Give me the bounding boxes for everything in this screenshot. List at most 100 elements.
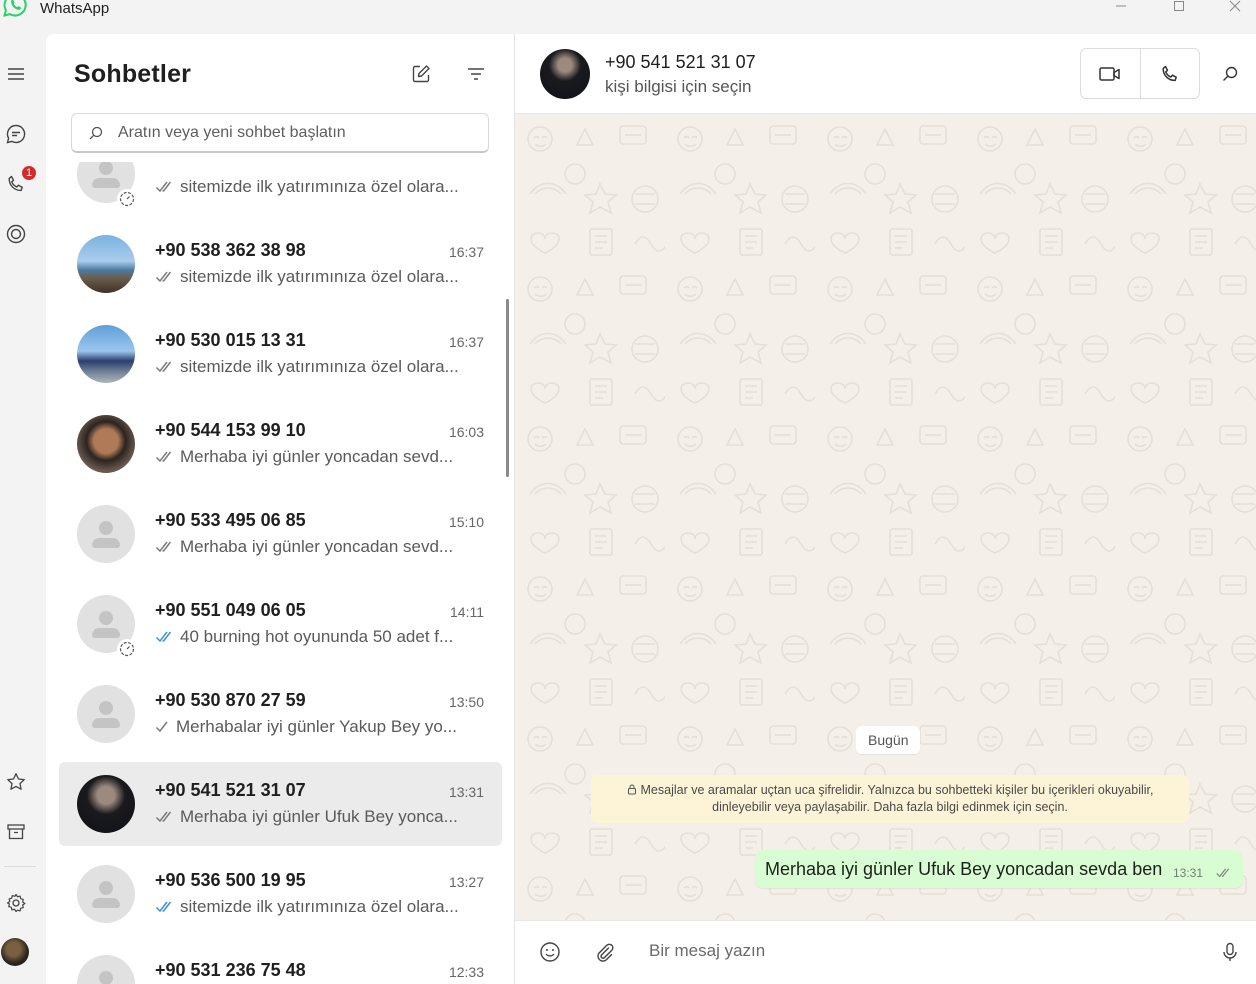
conversation-pane: +90 541 521 31 07 kişi bilgisi için seçi… [515,34,1256,984]
emoji-icon [540,942,560,962]
sidebar-title: Sohbetler [74,60,192,88]
search-box [71,113,489,153]
chat-preview-text: Merhabalar iyi günler Yakup Bey yo... [176,717,457,736]
chat-preview: sitemizde ilk yatırımınıza özel olara... [155,267,485,287]
chat-preview-text: Merhaba iyi günler Ufuk Bey yonca... [180,807,458,826]
chats-sidebar: Sohbetler sitemizde ilk yatırımınıza öze… [46,34,515,984]
menu-icon [8,68,24,80]
chat-preview: sitemizde ilk yatırımınıza özel olara... [155,177,485,197]
chat-item[interactable]: +90 530 015 13 31 16:37 sitemizde ilk ya… [59,312,502,396]
chat-time: 16:37 [448,334,484,350]
message-composer [515,920,1256,984]
chat-item-active[interactable]: +90 541 521 31 07 13:31 Merhaba iyi günl… [59,762,502,846]
chat-item[interactable]: +90 533 495 06 85 15:10 Merhaba iyi günl… [59,492,502,576]
attach-button[interactable] [591,939,617,965]
conversation-search-button[interactable] [1218,62,1242,86]
avatar [77,415,135,473]
status-indicator-icon [117,189,137,209]
chat-list-scrollbar[interactable] [506,299,509,477]
date-separator: Bugün [856,726,921,754]
video-call-button[interactable] [1081,49,1140,98]
status-indicator-icon [117,639,137,659]
avatar [77,685,135,743]
status-button[interactable] [3,221,29,247]
maximize-button[interactable] [1156,0,1202,18]
search-icon [89,126,103,139]
chat-name: +90 530 015 13 31 [155,330,306,350]
starred-icon [7,773,25,790]
double-check-icon [155,360,175,374]
avatar [77,505,135,563]
chat-item[interactable]: +90 544 153 99 10 16:03 Merhaba iyi günl… [59,402,502,486]
chat-preview-text: Merhaba iyi günler yoncadan sevd... [180,447,454,466]
title-bar: WhatsApp [0,0,1256,34]
contact-avatar[interactable] [540,49,590,99]
avatar [77,955,135,984]
chat-preview: sitemizde ilk yatırımınıza özel olara... [155,897,485,917]
chat-preview: Merhaba iyi günler yoncadan sevd... [155,447,485,467]
mic-icon [1223,942,1237,961]
chat-wallpaper: Bugün Mesajlar ve aramalar uçtan uca şif… [515,114,1256,920]
chat-preview-text: sitemizde ilk yatırımınıza özel olara... [180,357,459,376]
voice-call-icon [1162,65,1177,81]
menu-button[interactable] [3,61,29,87]
attach-icon [597,943,614,962]
search-input[interactable] [118,123,478,142]
starred-button[interactable] [3,769,29,795]
chat-preview-text: sitemizde ilk yatırımınıza özel olara... [180,177,459,196]
chat-item[interactable]: +90 531 236 75 48 12:33 [59,942,502,984]
conversation-header: +90 541 521 31 07 kişi bilgisi için seçi… [515,34,1256,114]
chat-item[interactable]: +90 536 500 19 95 13:27 sitemizde ilk ya… [59,852,502,936]
settings-button[interactable] [3,890,29,916]
archive-icon [7,824,25,840]
avatar [77,775,135,833]
contact-name[interactable]: +90 541 521 31 07 [605,52,756,73]
encryption-notice[interactable]: Mesajlar ve aramalar uçtan uca şifrelidi… [591,775,1189,823]
outgoing-message[interactable]: Merhaba iyi günler Ufuk Bey yoncadan sev… [755,850,1243,888]
chat-item[interactable]: sitemizde ilk yatırımınıza özel olara... [59,162,502,216]
chat-preview: 40 burning hot oyununda 50 adet f... [155,627,485,647]
archive-button[interactable] [3,819,29,845]
chat-preview-text: sitemizde ilk yatırımınıza özel olara... [180,267,459,286]
double-check-icon [1215,866,1233,884]
chats-icon [6,124,26,144]
message-time: 13:31 [1172,866,1203,880]
double-check-icon [155,270,175,284]
chat-preview-text: Merhaba iyi günler yoncadan sevd... [180,537,454,556]
voice-call-button[interactable] [1139,49,1199,98]
chat-time: 14:11 [450,604,484,620]
avatar [77,325,135,383]
emoji-button[interactable] [537,939,563,965]
chat-item[interactable]: +90 538 362 38 98 16:37 sitemizde ilk ya… [59,222,502,306]
chat-time: 16:37 [448,244,484,260]
message-input[interactable] [649,941,1169,961]
read-check-icon [155,630,175,644]
chat-preview-text: sitemizde ilk yatırımınıza özel olara... [180,897,459,916]
close-icon [1229,0,1241,12]
minimize-icon [1116,5,1126,7]
contact-info-hint[interactable]: kişi bilgisi için seçin [605,77,751,97]
chat-list: sitemizde ilk yatırımınıza özel olara...… [46,162,514,984]
double-check-icon [155,450,175,464]
filter-button[interactable] [463,61,489,87]
chat-item[interactable]: +90 530 870 27 59 13:50 Merhabalar iyi g… [59,672,502,756]
chat-preview: Merhaba iyi günler Ufuk Bey yonca... [155,807,485,827]
close-button[interactable] [1212,0,1256,18]
profile-avatar[interactable] [1,938,29,966]
new-chat-button[interactable] [408,61,434,87]
chat-time: 13:31 [448,784,484,800]
chats-button[interactable] [3,121,29,147]
video-call-icon [1099,66,1121,81]
navigation-rail: 1 [0,34,46,984]
chat-item[interactable]: +90 551 049 06 05 14:11 40 burning hot o… [59,582,502,666]
minimize-button[interactable] [1098,0,1144,18]
chat-name: +90 536 500 19 95 [155,870,306,890]
app-title: WhatsApp [40,0,110,17]
double-check-icon [155,180,175,194]
search-icon [1223,66,1238,81]
maximize-icon [1174,1,1184,11]
chat-name: +90 530 870 27 59 [155,690,306,710]
voice-message-button[interactable] [1217,939,1243,965]
chat-name: +90 533 495 06 85 [155,510,306,530]
chat-time: 16:03 [448,424,484,440]
